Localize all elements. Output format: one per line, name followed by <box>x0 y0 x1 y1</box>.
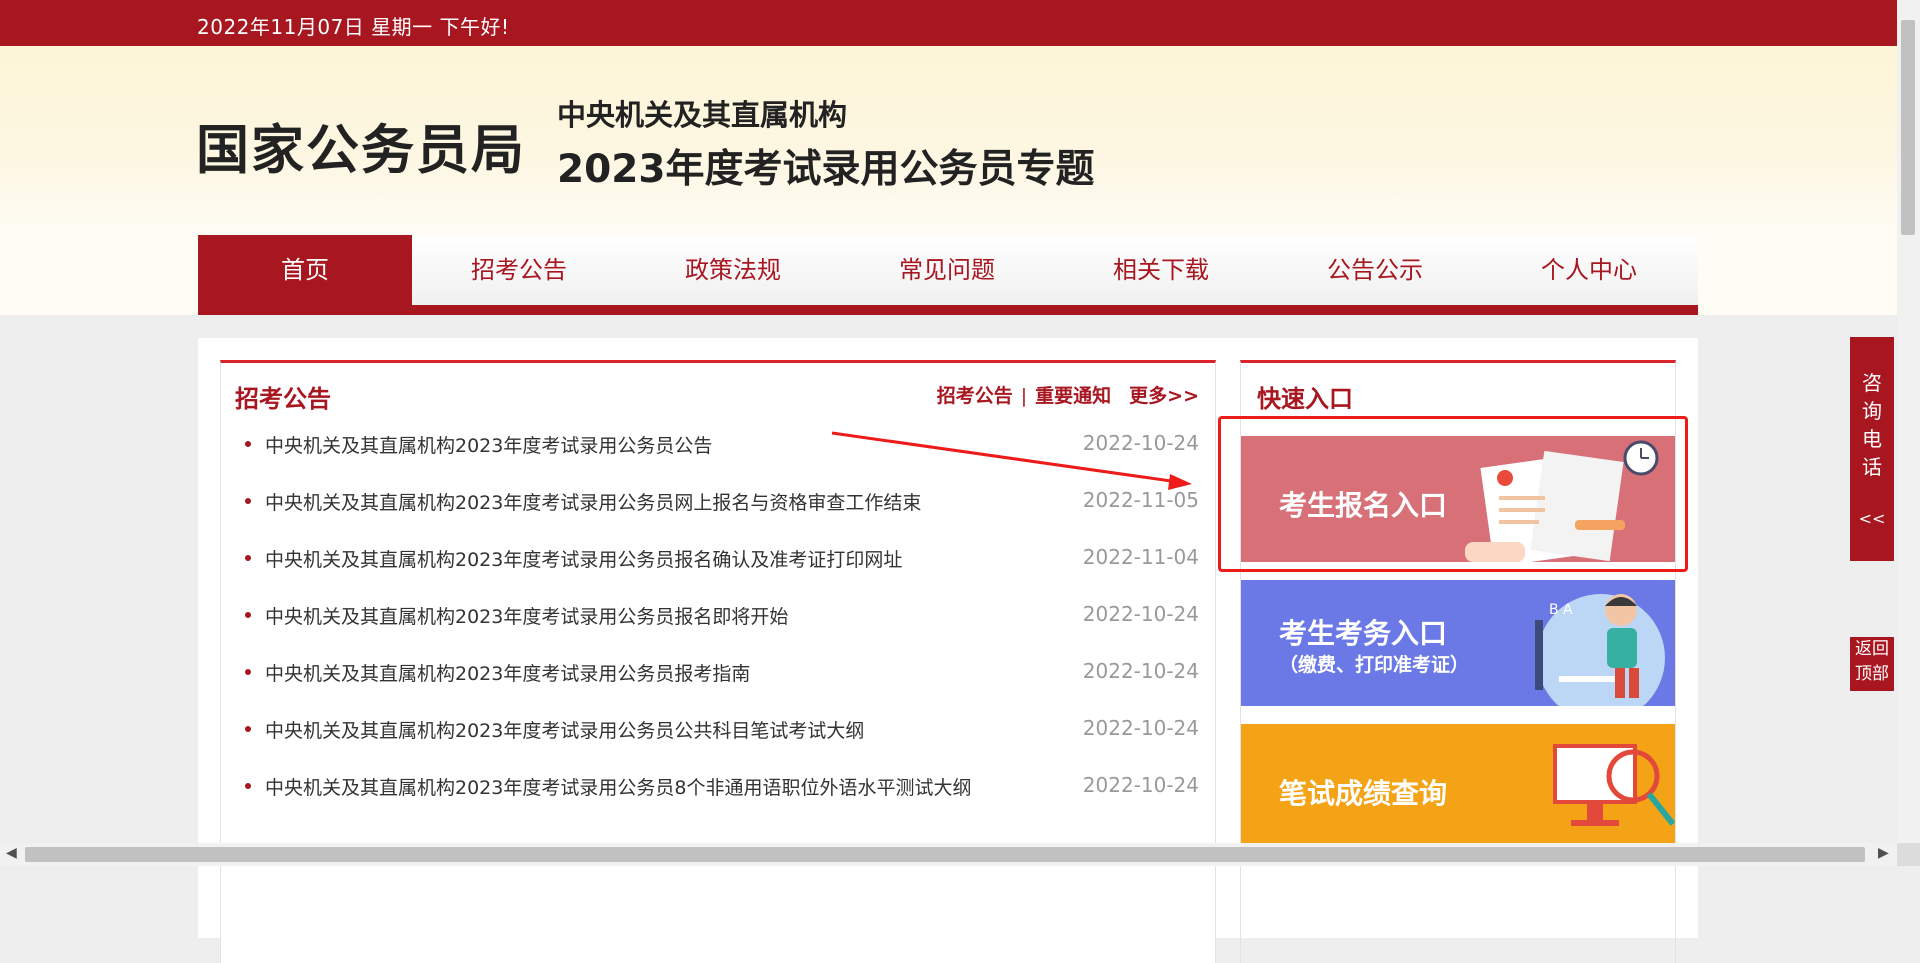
nav-item-home[interactable]: 首页 <box>198 235 412 305</box>
consult-char: 话 <box>1862 455 1882 479</box>
consult-char: 询 <box>1862 399 1882 423</box>
list-item: 中央机关及其直属机构2023年度考试录用公务员公告 2022-10-24 <box>221 431 1215 488</box>
news-link[interactable]: 中央机关及其直属机构2023年度考试录用公务员报名确认及准考证打印网址 <box>265 545 902 572</box>
date-greeting: 2022年11月07日 星期一 下午好! <box>197 15 510 39</box>
nav-wrapper: 首页 招考公告 政策法规 常见问题 相关下载 公告公示 个人中心 <box>0 235 1897 315</box>
consult-char: 咨 <box>1862 371 1882 395</box>
bullet-icon <box>245 726 251 732</box>
vertical-scrollbar[interactable] <box>1897 0 1920 843</box>
collapse-chevron-icon: << <box>1858 509 1886 528</box>
nav-item-notices[interactable]: 公告公示 <box>1268 235 1482 305</box>
quick-access-title: 快速入口 <box>1257 385 1353 413</box>
nav-item-downloads[interactable]: 相关下载 <box>1054 235 1268 305</box>
exam-affairs-entry-sublabel: （缴费、打印准考证） <box>1279 654 1470 676</box>
bullet-icon <box>245 783 251 789</box>
header-title: 2023年度考试录用公务员专题 <box>557 147 1095 192</box>
list-item: 中央机关及其直属机构2023年度考试录用公务员报考指南 2022-10-24 <box>221 659 1215 716</box>
link-important-notices[interactable]: 重要通知 <box>1035 385 1111 407</box>
back-to-top-label-line1: 返回 <box>1855 639 1889 659</box>
news-date: 2022-11-04 <box>1082 545 1199 569</box>
nav-item-recruitment[interactable]: 招考公告 <box>412 235 626 305</box>
link-separator: | <box>1020 385 1028 407</box>
news-link[interactable]: 中央机关及其直属机构2023年度考试录用公务员报考指南 <box>265 659 750 686</box>
consult-phone-label: 咨 询 电 话 <box>1850 369 1894 481</box>
registration-entry-label: 考生报名入口 <box>1279 489 1448 522</box>
vertical-scroll-thumb[interactable] <box>1901 20 1915 235</box>
news-link[interactable]: 中央机关及其直属机构2023年度考试录用公务员公共科目笔试考试大纲 <box>265 716 864 743</box>
header-subtitle: 中央机关及其直属机构 <box>557 98 848 132</box>
scroll-left-icon[interactable]: ◀ <box>6 845 17 861</box>
news-link[interactable]: 中央机关及其直属机构2023年度考试录用公务员报名即将开始 <box>265 602 788 629</box>
nav-item-policy[interactable]: 政策法规 <box>626 235 840 305</box>
exam-affairs-entry-card[interactable]: 考生考务入口 （缴费、打印准考证） B A <box>1241 580 1675 706</box>
back-to-top-label-line2: 顶部 <box>1855 664 1889 684</box>
consult-char: 电 <box>1862 427 1882 451</box>
news-date: 2022-11-05 <box>1082 488 1199 512</box>
list-item: 中央机关及其直属机构2023年度考试录用公务员报名即将开始 2022-10-24 <box>221 602 1215 659</box>
list-item: 中央机关及其直属机构2023年度考试录用公务员8个非通用语职位外语水平测试大纲 2… <box>221 773 1215 830</box>
bullet-icon <box>245 441 251 447</box>
news-date: 2022-10-24 <box>1082 773 1199 797</box>
svg-text:B A: B A <box>1549 602 1573 618</box>
site-header: 国家公务员局 中央机关及其直属机构 2023年度考试录用公务员专题 <box>0 46 1897 235</box>
list-item: 中央机关及其直属机构2023年度考试录用公务员报名确认及准考证打印网址 2022-… <box>221 545 1215 602</box>
link-recruitment[interactable]: 招考公告 <box>937 385 1013 407</box>
nav-item-personal-center[interactable]: 个人中心 <box>1482 235 1696 305</box>
score-query-label: 笔试成绩查询 <box>1279 777 1448 810</box>
nav-item-faq[interactable]: 常见问题 <box>840 235 1054 305</box>
top-bar: 2022年11月07日 星期一 下午好! <box>0 0 1897 46</box>
bullet-icon <box>245 669 251 675</box>
main-nav: 首页 招考公告 政策法规 常见问题 相关下载 公告公示 个人中心 <box>198 235 1698 315</box>
list-item: 中央机关及其直属机构2023年度考试录用公务员网上报名与资格审查工作结束 2022… <box>221 488 1215 545</box>
consult-phone-button[interactable]: 咨 询 电 话 << <box>1850 337 1894 561</box>
magnifier-monitor-icon <box>1553 744 1675 826</box>
news-date: 2022-10-24 <box>1082 716 1199 740</box>
score-query-card[interactable]: 笔试成绩查询 <box>1241 724 1675 850</box>
bullet-icon <box>245 498 251 504</box>
news-list: 中央机关及其直属机构2023年度考试录用公务员公告 2022-10-24 中央机关… <box>221 431 1215 830</box>
quick-access-panel: 快速入口 考生报名入口 考生考务入口 （缴费、打印准考证） B A 笔试成绩查询 <box>1240 360 1676 963</box>
news-panel-links: 招考公告 | 重要通知 更多>> <box>937 381 1199 408</box>
back-to-top-button[interactable]: 返回 顶部 <box>1850 637 1894 691</box>
scrollbar-corner <box>1897 843 1920 866</box>
bullet-icon <box>245 612 251 618</box>
horizontal-scroll-thumb[interactable] <box>25 847 1865 862</box>
person-at-computer-icon: B A <box>1535 594 1665 706</box>
exam-affairs-entry-label: 考生考务入口 <box>1279 617 1448 650</box>
news-date: 2022-10-24 <box>1082 659 1199 683</box>
news-date: 2022-10-24 <box>1082 431 1199 455</box>
horizontal-scrollbar[interactable]: ◀ ▶ <box>0 843 1897 866</box>
documents-illustration-icon <box>1465 440 1659 562</box>
list-item: 中央机关及其直属机构2023年度考试录用公务员公共科目笔试考试大纲 2022-10… <box>221 716 1215 773</box>
news-panel-title: 招考公告 <box>235 385 331 413</box>
news-date: 2022-10-24 <box>1082 602 1199 626</box>
registration-entry-card[interactable]: 考生报名入口 <box>1241 436 1675 562</box>
bullet-icon <box>245 555 251 561</box>
news-panel: 招考公告 招考公告 | 重要通知 更多>> 中央机关及其直属机构2023年度考试录用公… <box>220 360 1216 963</box>
site-logo[interactable]: 国家公务员局 <box>196 108 526 184</box>
more-link[interactable]: 更多>> <box>1129 385 1199 407</box>
news-link[interactable]: 中央机关及其直属机构2023年度考试录用公务员网上报名与资格审查工作结束 <box>265 488 921 515</box>
news-link[interactable]: 中央机关及其直属机构2023年度考试录用公务员8个非通用语职位外语水平测试大纲 <box>265 773 971 800</box>
scroll-right-icon[interactable]: ▶ <box>1878 845 1889 861</box>
news-link[interactable]: 中央机关及其直属机构2023年度考试录用公务员公告 <box>265 431 712 458</box>
